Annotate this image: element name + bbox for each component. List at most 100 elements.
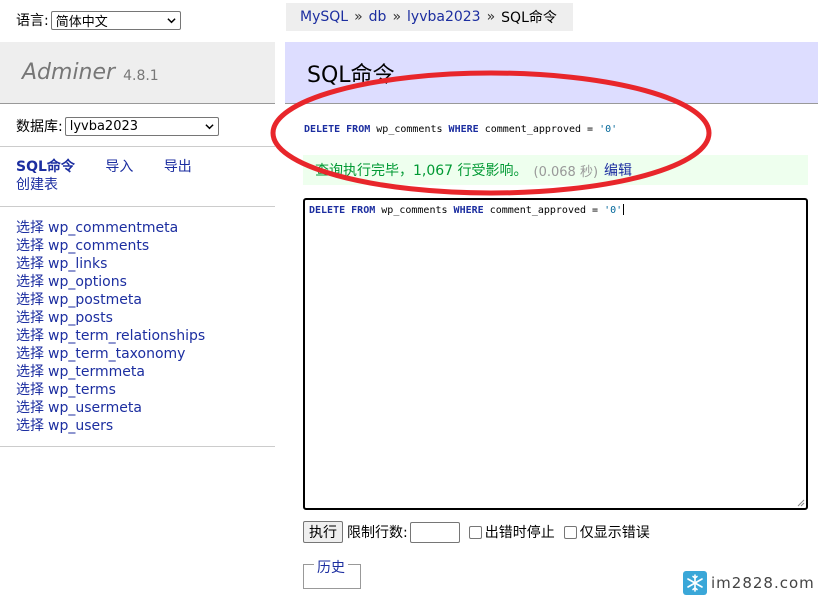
table-list-item: 选择 wp_comments	[16, 237, 205, 255]
checkbox-box[interactable]	[468, 525, 482, 539]
database-select[interactable]: lyvba2023	[64, 116, 219, 136]
show-only-errors-label: 仅显示错误	[579, 525, 650, 541]
breadcrumb-database[interactable]: lyvba2023	[407, 9, 481, 25]
table-list-item: 选择 wp_term_relationships	[16, 327, 205, 345]
menu-create-table[interactable]: 创建表	[16, 177, 58, 193]
sql-condition: comment_approved =	[489, 205, 599, 216]
table-list-item: 选择 wp_usermeta	[16, 399, 205, 417]
sql-value: '0'	[599, 124, 618, 135]
table-name-link[interactable]: wp_term_taxonomy	[48, 346, 185, 362]
sql-condition: comment_approved =	[484, 124, 594, 135]
sql-keyword: WHERE	[453, 205, 484, 216]
breadcrumb-separator: »	[392, 9, 402, 25]
table-name-link[interactable]: wp_usermeta	[48, 400, 142, 416]
checkbox-box[interactable]	[563, 525, 577, 539]
language-selector: 语言: 简体中文	[16, 10, 181, 30]
select-table-link[interactable]: 选择	[16, 220, 44, 236]
select-table-link[interactable]: 选择	[16, 382, 44, 398]
result-text: 查询执行完毕，1,067 行受影响。	[315, 163, 528, 179]
adminer-logo-link[interactable]: Adminer	[22, 60, 115, 85]
menu-import[interactable]: 导入	[105, 159, 133, 175]
table-name-link[interactable]: wp_links	[48, 256, 107, 272]
table-name-link[interactable]: wp_commentmeta	[48, 220, 178, 236]
sql-value: '0'	[604, 205, 623, 216]
table-list-item: 选择 wp_posts	[16, 309, 205, 327]
table-list-item: 选择 wp_links	[16, 255, 205, 273]
database-label: 数据库:	[16, 119, 63, 135]
table-list-item: 选择 wp_commentmeta	[16, 219, 205, 237]
sql-table: wp_comments	[381, 205, 448, 216]
limit-rows-input[interactable]	[409, 521, 460, 543]
sql-table: wp_comments	[376, 124, 443, 135]
page-title: SQL命令	[307, 62, 395, 88]
sidebar-divider	[0, 206, 275, 207]
select-table-link[interactable]: 选择	[16, 292, 44, 308]
sidebar-divider	[0, 446, 275, 447]
sidebar-divider	[0, 146, 275, 147]
select-table-link[interactable]: 选择	[16, 328, 44, 344]
table-list-item: 选择 wp_postmeta	[16, 291, 205, 309]
result-time: (0.068 秒)	[533, 164, 599, 180]
select-table-link[interactable]: 选择	[16, 346, 44, 362]
table-name-link[interactable]: wp_terms	[48, 382, 116, 398]
breadcrumb-db[interactable]: db	[369, 9, 387, 25]
limit-label: 限制行数:	[347, 525, 408, 541]
chevron-down-icon	[167, 17, 176, 23]
breadcrumb-mysql[interactable]: MySQL	[300, 9, 348, 25]
menu-export[interactable]: 导出	[164, 159, 192, 175]
breadcrumb: MySQL » db » lyvba2023 » SQL命令	[286, 3, 573, 31]
table-list-item: 选择 wp_termmeta	[16, 363, 205, 381]
execute-button[interactable]: 执行	[303, 521, 343, 543]
show-only-errors-checkbox[interactable]: 仅显示错误	[563, 522, 650, 542]
table-name-link[interactable]: wp_posts	[48, 310, 113, 326]
history-fieldset: 历史	[303, 557, 361, 589]
select-table-link[interactable]: 选择	[16, 238, 44, 254]
table-name-link[interactable]: wp_comments	[48, 238, 149, 254]
executed-query: DELETE FROM wp_comments WHERE comment_ap…	[304, 124, 617, 135]
brand-header: Adminer 4.8.1	[0, 42, 275, 104]
database-select-value: lyvba2023	[69, 118, 139, 134]
table-list-item: 选择 wp_options	[16, 273, 205, 291]
sql-editor[interactable]: DELETE FROM wp_comments WHERE comment_ap…	[303, 198, 808, 510]
query-result-message: 查询执行完毕，1,067 行受影响。 (0.068 秒) 编辑	[303, 155, 808, 185]
chevron-down-icon	[205, 123, 214, 129]
adminer-version: 4.8.1	[123, 67, 159, 84]
history-link[interactable]: 历史	[314, 557, 348, 577]
breadcrumb-current: SQL命令	[501, 10, 557, 26]
table-name-link[interactable]: wp_options	[48, 274, 127, 290]
table-list-item: 选择 wp_term_taxonomy	[16, 345, 205, 363]
page-header: SQL命令	[285, 42, 818, 104]
database-menu: SQL命令 导入 导出 创建表	[16, 158, 192, 194]
language-label: 语言:	[16, 13, 49, 29]
resize-grip-icon[interactable]	[797, 499, 805, 507]
table-list-item: 选择 wp_users	[16, 417, 205, 435]
stop-on-error-checkbox[interactable]: 出错时停止	[468, 522, 555, 542]
select-table-link[interactable]: 选择	[16, 400, 44, 416]
table-list-item: 选择 wp_terms	[16, 381, 205, 399]
breadcrumb-separator: »	[354, 9, 363, 25]
sql-keyword: FROM	[351, 205, 376, 216]
select-table-link[interactable]: 选择	[16, 274, 44, 290]
database-selector: 数据库: lyvba2023	[16, 116, 219, 136]
sql-keyword: FROM	[346, 124, 371, 135]
select-table-link[interactable]: 选择	[16, 256, 44, 272]
text-caret	[623, 204, 625, 215]
snowflake-logo-icon	[683, 571, 707, 595]
select-table-link[interactable]: 选择	[16, 310, 44, 326]
language-select-value: 简体中文	[55, 14, 108, 30]
table-name-link[interactable]: wp_term_relationships	[48, 328, 205, 344]
table-name-link[interactable]: wp_termmeta	[48, 364, 145, 380]
table-name-link[interactable]: wp_postmeta	[48, 292, 142, 308]
query-controls: 执行 限制行数: 出错时停止 仅显示错误	[303, 521, 650, 543]
select-table-link[interactable]: 选择	[16, 364, 44, 380]
sql-keyword: DELETE	[309, 205, 346, 216]
sql-keyword: WHERE	[448, 124, 479, 135]
menu-sql-command[interactable]: SQL命令	[16, 159, 75, 175]
table-name-link[interactable]: wp_users	[48, 418, 113, 434]
watermark-text: im2828.com	[711, 574, 815, 592]
table-list: 选择 wp_commentmeta 选择 wp_comments 选择 wp_link…	[16, 219, 205, 435]
language-select[interactable]: 简体中文	[50, 10, 181, 30]
edit-query-link[interactable]: 编辑	[604, 160, 632, 180]
select-table-link[interactable]: 选择	[16, 418, 44, 434]
stop-on-error-label: 出错时停止	[484, 525, 555, 541]
